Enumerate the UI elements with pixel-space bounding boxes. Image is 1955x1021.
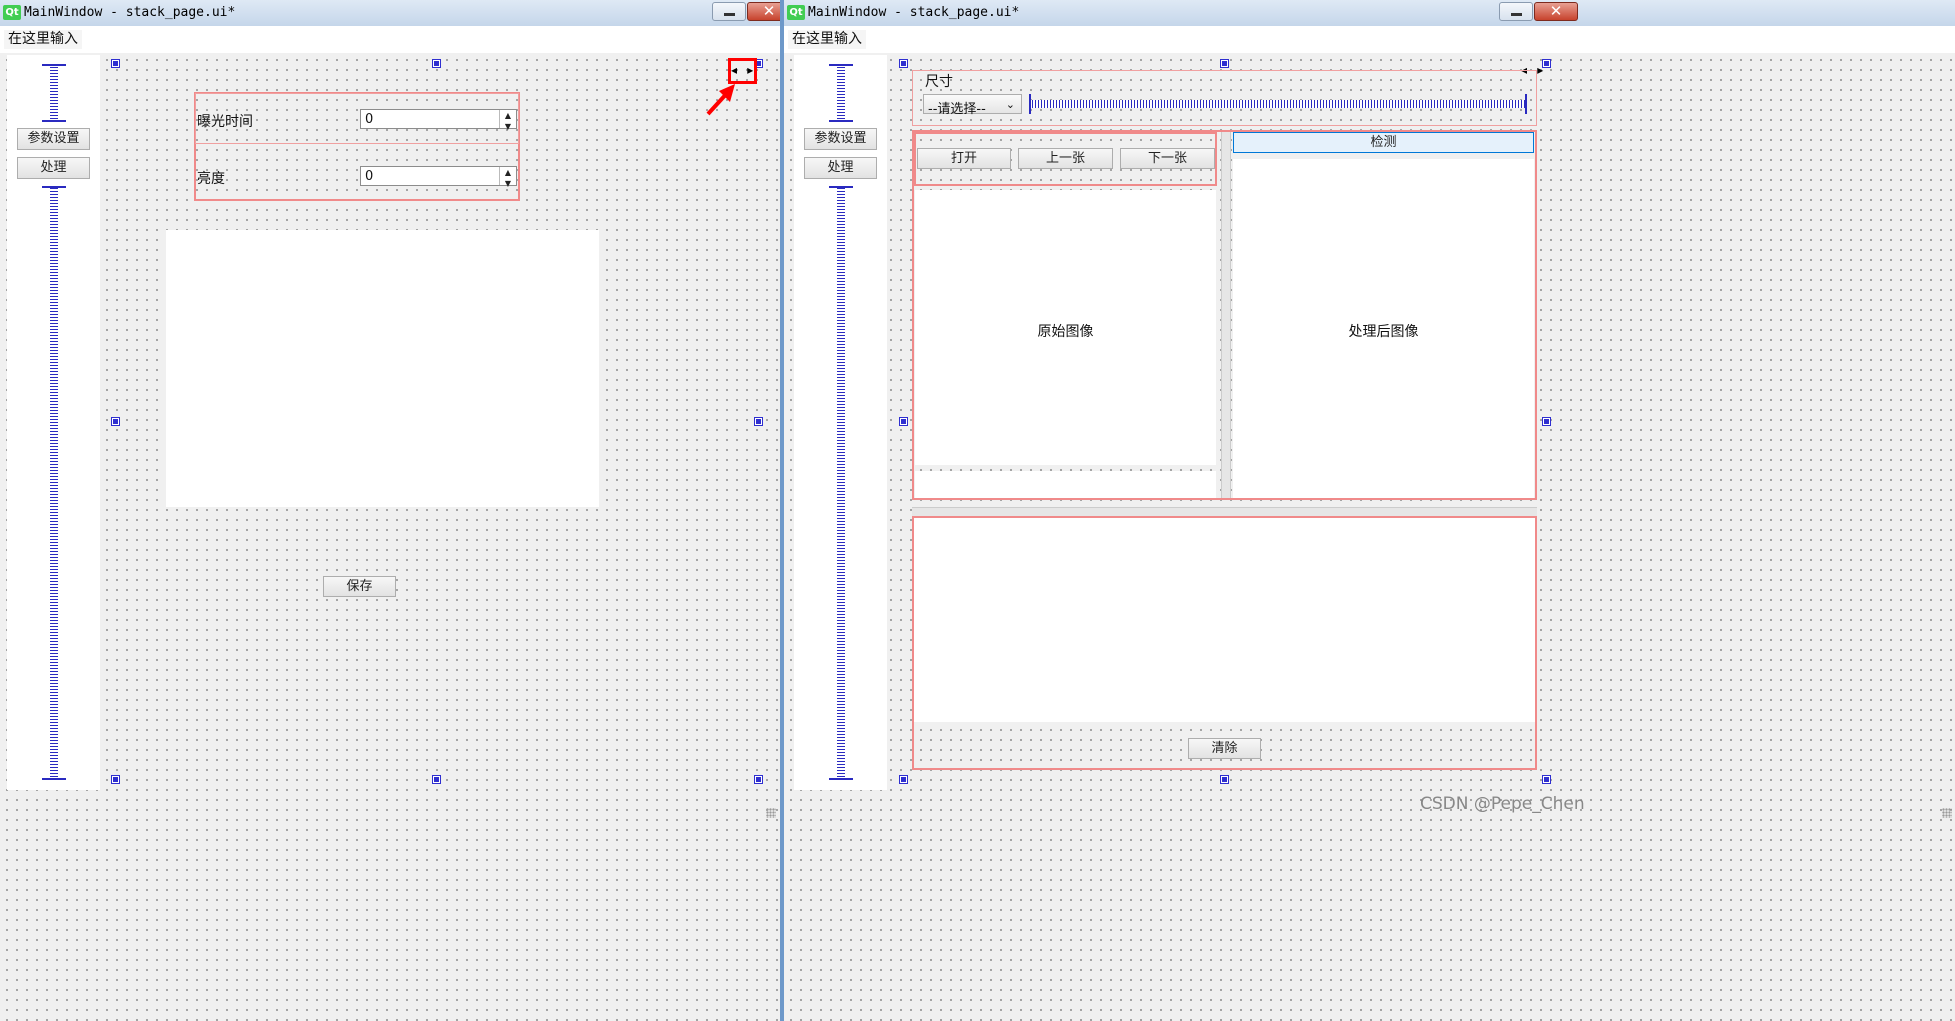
right-title-bar[interactable]: Qt MainWindow - stack_page.ui* ✕ bbox=[784, 0, 1955, 27]
processed-image-label: 处理后图像 bbox=[1348, 324, 1419, 340]
right-resize-handle[interactable] bbox=[1542, 775, 1551, 784]
left-title-bar[interactable]: Qt MainWindow - stack_page.ui* ✕ bbox=[0, 0, 780, 27]
left-resize-handle[interactable] bbox=[432, 59, 441, 68]
minimize-icon bbox=[724, 13, 735, 16]
left-minimize-button[interactable] bbox=[712, 2, 746, 21]
original-image-footer bbox=[915, 471, 1216, 498]
chevron-down-icon: ⌄ bbox=[1005, 98, 1015, 111]
next-button[interactable]: 下一张 bbox=[1120, 148, 1215, 169]
left-resize-handle[interactable] bbox=[754, 417, 763, 426]
left-close-button[interactable]: ✕ bbox=[747, 2, 780, 21]
annotation-arrow-icon bbox=[706, 84, 735, 116]
left-resize-handle[interactable] bbox=[754, 775, 763, 784]
spin-arrows-icon[interactable]: ▲ ▼ bbox=[499, 110, 516, 131]
exposure-spinbox[interactable]: 0 ▲ ▼ bbox=[360, 109, 517, 131]
left-resize-handle[interactable] bbox=[111, 59, 120, 68]
size-combobox[interactable]: --请选择-- ⌄ bbox=[923, 94, 1022, 117]
left-window-title: MainWindow - stack_page.ui* bbox=[24, 5, 236, 20]
right-minimize-button[interactable] bbox=[1499, 2, 1533, 21]
left-resize-handle[interactable] bbox=[432, 775, 441, 784]
left-page-switch-arrows[interactable]: ◂ ▸ bbox=[731, 63, 756, 77]
left-menu-bar: 在这里输入 bbox=[0, 26, 780, 53]
left-designer-window: Qt MainWindow - stack_page.ui* ✕ 在这里输入 参… bbox=[0, 0, 780, 1021]
brightness-value: 0 bbox=[365, 169, 374, 184]
left-params-button[interactable]: 参数设置 bbox=[17, 128, 90, 150]
left-size-grip[interactable] bbox=[766, 808, 776, 818]
right-process-button[interactable]: 处理 bbox=[804, 157, 877, 179]
csdn-watermark: CSDN @Pepe_Chen bbox=[1420, 794, 1585, 814]
right-sidebar-top-spacer[interactable] bbox=[829, 64, 853, 122]
left-resize-handle[interactable] bbox=[111, 775, 120, 784]
left-menu-type-here[interactable]: 在这里输入 bbox=[4, 30, 82, 49]
right-resize-handle[interactable] bbox=[899, 775, 908, 784]
prev-button[interactable]: 上一张 bbox=[1018, 148, 1113, 169]
right-params-button[interactable]: 参数设置 bbox=[804, 128, 877, 150]
right-menu-bar: 在这里输入 bbox=[784, 26, 1955, 53]
brightness-spinbox[interactable]: 0 ▲ ▼ bbox=[360, 166, 517, 188]
image-splitter[interactable] bbox=[1221, 132, 1231, 498]
detect-button[interactable]: 检测 bbox=[1233, 132, 1534, 153]
left-image-display[interactable] bbox=[166, 230, 599, 507]
exposure-value: 0 bbox=[365, 112, 374, 127]
spin-arrows-icon[interactable]: ▲ ▼ bbox=[499, 167, 516, 188]
left-resize-handle[interactable] bbox=[111, 417, 120, 426]
save-button[interactable]: 保存 bbox=[323, 576, 396, 597]
exposure-label: 曝光时间 bbox=[197, 114, 253, 130]
log-text-area[interactable] bbox=[914, 518, 1535, 722]
right-resize-handle[interactable] bbox=[1220, 59, 1229, 68]
original-image-label: 原始图像 bbox=[1037, 324, 1094, 340]
brightness-label: 亮度 bbox=[197, 171, 225, 187]
right-window-title: MainWindow - stack_page.ui* bbox=[808, 5, 1020, 20]
left-sidebar-top-spacer[interactable] bbox=[42, 64, 66, 122]
right-designer-window: Qt MainWindow - stack_page.ui* ✕ 在这里输入 参… bbox=[784, 0, 1955, 1021]
left-process-button[interactable]: 处理 bbox=[17, 157, 90, 179]
right-sidebar-bottom-spacer[interactable] bbox=[829, 186, 853, 780]
right-resize-handle[interactable] bbox=[1220, 775, 1229, 784]
right-size-grip[interactable] bbox=[1942, 808, 1952, 818]
size-label: 尺寸 bbox=[925, 74, 953, 90]
open-button[interactable]: 打开 bbox=[917, 148, 1011, 169]
right-resize-handle[interactable] bbox=[899, 417, 908, 426]
right-close-button[interactable]: ✕ bbox=[1534, 2, 1578, 21]
minimize-icon bbox=[1511, 13, 1522, 16]
qt-logo-icon: Qt bbox=[3, 5, 21, 20]
combo-text: --请选择-- bbox=[928, 102, 986, 117]
clear-button[interactable]: 清除 bbox=[1188, 738, 1261, 759]
right-menu-type-here[interactable]: 在这里输入 bbox=[788, 30, 866, 49]
qt-logo-icon: Qt bbox=[787, 5, 805, 20]
right-resize-handle[interactable] bbox=[1542, 417, 1551, 426]
right-resize-handle[interactable] bbox=[899, 59, 908, 68]
left-sidebar-bottom-spacer[interactable] bbox=[42, 186, 66, 780]
size-row-spacer[interactable] bbox=[1029, 94, 1527, 114]
